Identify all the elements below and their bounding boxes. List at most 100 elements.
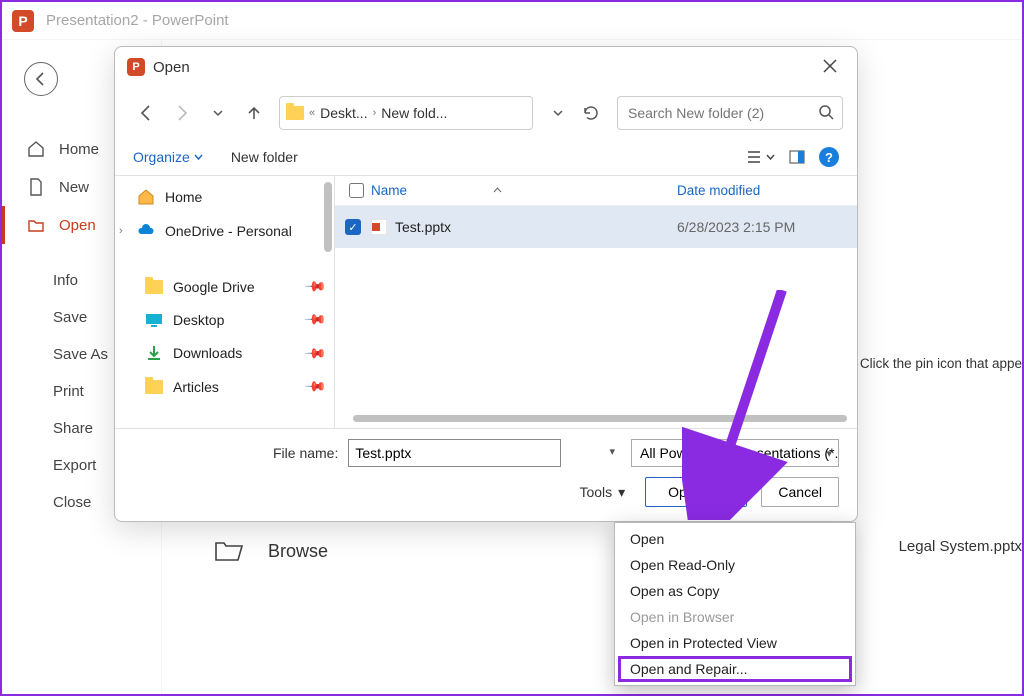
menu-open-browser: Open in Browser — [618, 604, 852, 630]
help-button[interactable]: ? — [819, 147, 839, 167]
arrow-left-icon — [33, 71, 49, 87]
nav-label: Open — [59, 217, 96, 234]
tree-label: Desktop — [173, 312, 224, 328]
search-input[interactable] — [618, 97, 842, 129]
new-folder-button[interactable]: New folder — [231, 149, 298, 165]
filename-input[interactable] — [348, 439, 561, 467]
pin-icon[interactable]: 📌 — [303, 374, 327, 398]
recent-file-name: Legal System.pptx — [899, 538, 1022, 555]
nav-label: Close — [53, 494, 91, 511]
file-list: Name Date modified ✓ Test.pptx 6/28/2023… — [335, 176, 857, 428]
download-icon — [145, 344, 163, 362]
filelist-scrollbar[interactable] — [353, 415, 847, 422]
filetype-dropdown[interactable]: All PowerPoint Presentations (*.p ▾ — [631, 439, 839, 467]
arrow-left-icon — [137, 104, 155, 122]
dialog-body: Home › OneDrive - Personal Google Drive … — [115, 175, 857, 428]
file-checkbox[interactable]: ✓ — [345, 219, 361, 235]
open-button[interactable]: Open ▼ — [645, 477, 747, 507]
nav-recent-dropdown[interactable] — [201, 96, 235, 130]
folder-icon — [145, 280, 163, 294]
tree-downloads[interactable]: Downloads 📌 — [115, 336, 334, 370]
col-date[interactable]: Date modified — [677, 183, 760, 198]
nav-up-button[interactable] — [237, 96, 271, 130]
open-split-dropdown[interactable]: ▼ — [722, 478, 746, 506]
chevron-down-icon — [552, 107, 564, 119]
select-all-checkbox[interactable] — [349, 183, 364, 198]
chevron-icon: « — [306, 107, 318, 119]
dialog-titlebar: P Open — [115, 47, 857, 87]
preview-pane-button[interactable] — [789, 149, 805, 165]
browse-label: Browse — [268, 541, 328, 562]
nav-back-button[interactable] — [129, 96, 163, 130]
pin-icon[interactable]: 📌 — [303, 341, 327, 365]
breadcrumb[interactable]: « Deskt... › New fold... — [279, 96, 533, 130]
open-dialog: P Open « Deskt... › New fold... — [114, 46, 858, 522]
powerpoint-icon: P — [12, 10, 34, 32]
tree-label: Articles — [173, 379, 219, 395]
app-titlebar: P Presentation2 - PowerPoint — [2, 2, 1022, 40]
menu-open-protected[interactable]: Open in Protected View — [618, 630, 852, 656]
tree-scrollbar[interactable] — [324, 182, 332, 252]
chevron-down-icon[interactable]: ▾ — [609, 445, 615, 458]
breadcrumb-dropdown[interactable] — [543, 107, 573, 119]
chevron-right-icon[interactable]: › — [119, 225, 123, 237]
col-name[interactable]: Name — [371, 183, 407, 198]
organize-label: Organize — [133, 149, 190, 165]
arrow-right-icon — [173, 104, 191, 122]
recent-file-row[interactable]: Legal System.pptx — [899, 538, 1022, 555]
tree-desktop[interactable]: Desktop 📌 — [115, 303, 334, 336]
menu-open-repair[interactable]: Open and Repair... — [618, 656, 852, 682]
nav-label: Info — [53, 272, 78, 289]
tools-dropdown[interactable]: Tools ▾ — [579, 484, 625, 501]
tree-label: OneDrive - Personal — [165, 223, 292, 239]
desktop-icon — [145, 313, 163, 327]
browse-row[interactable]: Browse — [214, 538, 328, 564]
tree-home[interactable]: Home — [115, 180, 334, 214]
chevron-down-icon: ▾ — [826, 447, 832, 460]
nav-label: New — [59, 179, 89, 196]
pin-icon[interactable]: 📌 — [303, 274, 327, 298]
chevron-down-icon: ▾ — [618, 484, 625, 501]
menu-open[interactable]: Open — [618, 526, 852, 552]
nav-label: Save As — [53, 346, 108, 363]
file-name: Test.pptx — [395, 219, 677, 235]
tree-onedrive[interactable]: › OneDrive - Personal — [115, 214, 334, 248]
organize-button[interactable]: Organize — [133, 149, 203, 165]
refresh-button[interactable] — [575, 97, 607, 129]
open-label: Open — [668, 484, 722, 500]
nav-label: Export — [53, 457, 96, 474]
list-icon — [746, 149, 762, 165]
tree-label: Downloads — [173, 345, 242, 361]
app-title: Presentation2 - PowerPoint — [46, 12, 229, 29]
chevron-down-icon — [766, 153, 775, 162]
nav-label: Home — [59, 141, 99, 158]
sort-indicator-icon — [493, 186, 502, 195]
breadcrumb-seg[interactable]: Deskt... — [320, 105, 367, 121]
close-button[interactable] — [815, 53, 845, 82]
onedrive-icon — [137, 222, 155, 240]
close-icon — [823, 59, 837, 73]
breadcrumb-seg[interactable]: New fold... — [381, 105, 447, 121]
filename-label: File name: — [273, 445, 338, 461]
cancel-button[interactable]: Cancel — [761, 477, 839, 507]
file-row[interactable]: ✓ Test.pptx 6/28/2023 2:15 PM — [335, 206, 857, 248]
tree-articles[interactable]: Articles 📌 — [115, 370, 334, 403]
dialog-nav-row: « Deskt... › New fold... — [115, 87, 857, 139]
open-options-menu: Open Open Read-Only Open as Copy Open in… — [614, 522, 856, 686]
nav-forward-button[interactable] — [165, 96, 199, 130]
button-row: Tools ▾ Open ▼ Cancel — [133, 477, 839, 507]
view-mode-button[interactable] — [746, 149, 775, 165]
pin-hint-text: Click the pin icon that appe — [860, 356, 1022, 371]
back-button[interactable] — [24, 62, 58, 96]
menu-open-copy[interactable]: Open as Copy — [618, 578, 852, 604]
pin-icon[interactable]: 📌 — [303, 307, 327, 331]
chevron-down-icon — [194, 153, 203, 162]
chevron-right-icon: › — [370, 107, 380, 119]
search-box[interactable] — [617, 96, 843, 130]
tree-gdrive[interactable]: Google Drive 📌 — [115, 270, 334, 303]
nav-label: Save — [53, 309, 87, 326]
dialog-toolbar: Organize New folder ? — [115, 139, 857, 175]
menu-open-readonly[interactable]: Open Read-Only — [618, 552, 852, 578]
folder-icon — [145, 380, 163, 394]
arrow-up-icon — [245, 104, 263, 122]
